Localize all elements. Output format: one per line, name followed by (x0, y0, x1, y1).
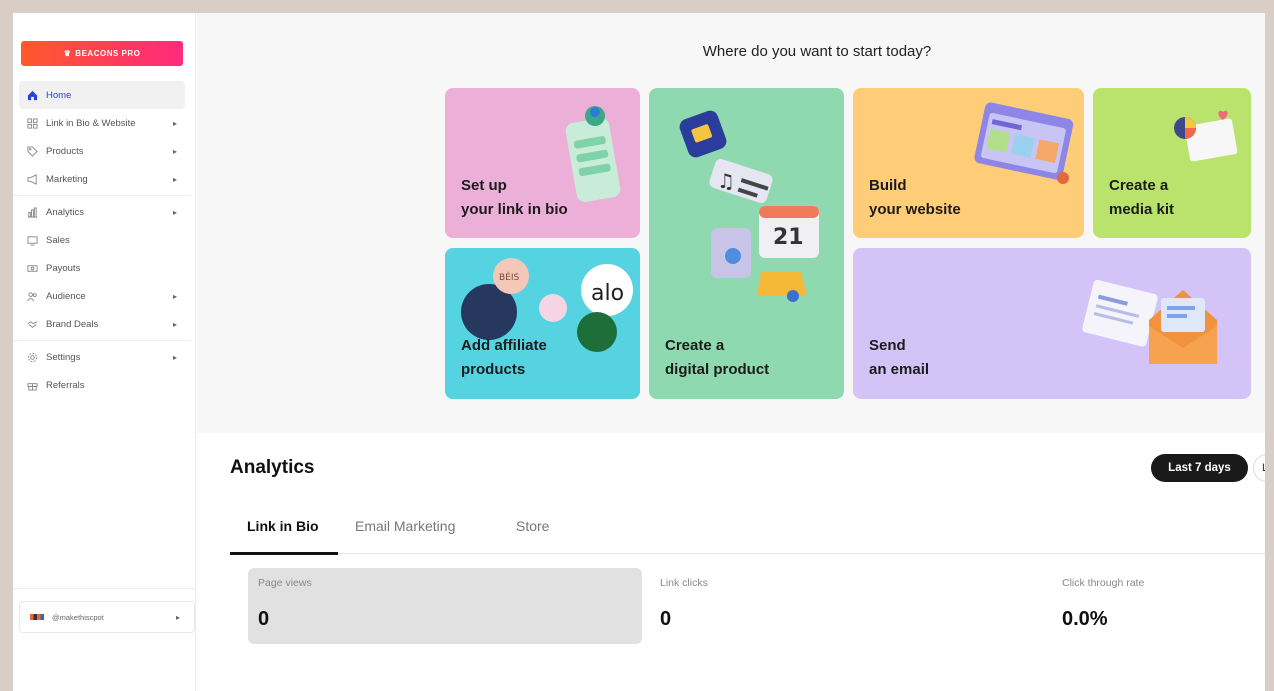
start-heading: Where do you want to start today? (702, 43, 932, 60)
card-link-in-bio-label: Set up your link in bio (461, 177, 568, 218)
card-digital-product-label: Create a digital product (665, 337, 770, 378)
beacons-pro-button[interactable]: ♛ BEACONS PRO (21, 41, 183, 66)
chevron-right-icon: ▸ (172, 118, 177, 128)
sidebar-item-label: Link in Bio & Website (46, 117, 136, 129)
nav-divider (13, 195, 191, 196)
date-range-option[interactable]: L (1253, 454, 1265, 482)
sidebar-item-brand-deals[interactable]: Brand Deals ▸ (19, 310, 185, 338)
svg-text:♫: ♫ (717, 169, 735, 193)
sidebar-item-link-in-bio[interactable]: Link in Bio & Website ▸ (19, 109, 185, 137)
chevron-right-icon: ▸ (172, 174, 177, 184)
calendar-day: 21 (773, 225, 804, 250)
sidebar-item-label: Products (46, 145, 84, 157)
tag-icon (25, 144, 39, 158)
analytics-title: Analytics (230, 457, 315, 478)
card-website[interactable]: Build your website (853, 88, 1084, 238)
analytics-panel: Analytics Last 7 days L Link in Bio Emai… (213, 436, 1265, 691)
chevron-right-icon: ▸ (172, 319, 177, 329)
card-affiliate-label: Add affiliate products (461, 337, 547, 378)
account-handle: @makethiscpot (52, 612, 104, 622)
chevron-right-icon: ▸ (172, 352, 177, 362)
card-digital-product[interactable]: ♫ 21 Create a digital product (649, 88, 844, 399)
sidebar-item-label: Marketing (46, 173, 88, 185)
media-kit-illustration (1174, 110, 1238, 162)
card-media-kit[interactable]: Create a media kit (1093, 88, 1251, 238)
stat-value: 0.0% (1062, 608, 1108, 630)
sidebar-nav: Home Link in Bio & Website ▸ Products ▸ (13, 81, 191, 399)
monitor-icon (25, 233, 39, 247)
money-icon (25, 261, 39, 275)
tab-link-in-bio[interactable]: Link in Bio (247, 518, 319, 534)
envelope-illustration (1082, 279, 1217, 364)
sidebar-item-label: Brand Deals (46, 318, 99, 330)
gift-icon (25, 378, 39, 392)
stat-label: Link clicks (660, 577, 708, 589)
crown-icon: ♛ (63, 49, 72, 58)
sidebar-item-sales[interactable]: Sales (19, 226, 185, 254)
card-website-label: Build your website (869, 177, 961, 218)
account-switcher[interactable]: @makethiscpot ▸ (19, 601, 195, 633)
tab-email-marketing[interactable]: Email Marketing (355, 518, 455, 534)
analytics-tabs: Link in Bio Email Marketing Store (230, 504, 1265, 555)
stat-label: Click through rate (1062, 577, 1145, 589)
sidebar-item-analytics[interactable]: Analytics ▸ (19, 198, 185, 226)
sidebar-item-products[interactable]: Products ▸ (19, 137, 185, 165)
sidebar-item-payouts[interactable]: Payouts (19, 254, 185, 282)
start-panel: Where do you want to start today? Set up… (197, 13, 1265, 433)
gear-icon (25, 350, 39, 364)
chart-icon (25, 205, 39, 219)
handshake-icon (25, 317, 39, 331)
app-frame: ♛ BEACONS PRO Home Link in Bio & Website… (13, 13, 1265, 691)
account-avatar (30, 614, 44, 620)
date-range-button[interactable]: Last 7 days (1151, 454, 1248, 482)
card-link-in-bio[interactable]: Set up your link in bio (445, 88, 640, 238)
sidebar-divider (13, 588, 196, 589)
sidebar-item-label: Audience (46, 290, 86, 302)
website-illustration (974, 102, 1074, 184)
sidebar-item-home[interactable]: Home (19, 81, 185, 109)
stat-click-through-rate[interactable]: Click through rate 0.0% (1052, 568, 1252, 644)
chevron-right-icon: ▸ (172, 291, 177, 301)
stat-label: Page views (258, 577, 312, 589)
tab-store[interactable]: Store (516, 518, 549, 534)
sidebar-item-referrals[interactable]: Referrals (19, 371, 185, 399)
nav-divider (13, 340, 191, 341)
stat-value: 0 (660, 608, 672, 630)
sidebar-item-label: Home (46, 89, 72, 101)
brand-alo: alo (591, 281, 624, 306)
card-affiliate[interactable]: BÉIS alo Add affiliate products (445, 248, 640, 399)
megaphone-icon (25, 172, 39, 186)
chevron-right-icon: ▸ (172, 207, 177, 217)
home-icon (25, 88, 39, 102)
active-tab-indicator (230, 552, 338, 555)
sidebar-item-label: Payouts (46, 262, 81, 274)
people-icon (25, 289, 39, 303)
sidebar-item-label: Sales (46, 234, 70, 246)
card-media-kit-label: Create a media kit (1109, 177, 1175, 218)
chevron-right-icon: ▸ (172, 146, 177, 156)
card-email-label: Send an email (869, 337, 930, 378)
brand-beis: BÉIS (499, 271, 520, 283)
sidebar-item-settings[interactable]: Settings ▸ (19, 343, 185, 371)
sidebar-item-marketing[interactable]: Marketing ▸ (19, 165, 185, 193)
sidebar-item-label: Analytics (46, 206, 85, 218)
digital-products-illustration: ♫ 21 (679, 110, 819, 302)
sidebar-item-audience[interactable]: Audience ▸ (19, 282, 185, 310)
card-email[interactable]: Send an email (853, 248, 1251, 399)
sidebar: ♛ BEACONS PRO Home Link in Bio & Website… (13, 13, 196, 691)
sidebar-item-label: Settings (46, 351, 81, 363)
grid-icon (25, 116, 39, 130)
beacons-pro-label: BEACONS PRO (75, 49, 141, 58)
stat-value: 0 (258, 608, 270, 630)
sidebar-item-label: Referrals (46, 379, 85, 391)
chevron-right-icon: ▸ (175, 612, 180, 622)
stat-link-clicks[interactable]: Link clicks 0 (650, 568, 1044, 644)
stat-page-views[interactable]: Page views 0 (248, 568, 642, 644)
